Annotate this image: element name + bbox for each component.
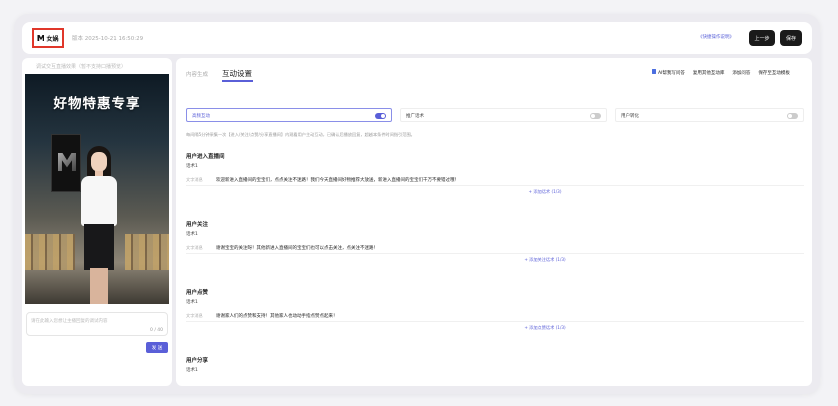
active-tab-indicator [222,80,253,82]
reuse-library-button[interactable]: 复用其他互动库 [693,70,725,76]
action-bar: AI帮我写问答 复用其他互动库 添加问答 保存至互动模板 [652,69,790,76]
add-script-button[interactable]: + 添加话术 (1/3) [186,186,804,198]
send-button[interactable]: 发 送 [146,342,168,353]
live-preview: 好物特惠专享 [25,74,169,304]
section-user-like: 用户点赞 话术1 文字消息 谢谢家人们的点赞和支持！其他家人也动动手指点赞点起来… [186,288,804,334]
logo-icon [37,35,45,41]
feature-description: 每间隔5分钟采集一次【进入/关注/点赞/分享直播间】内观看用户主动互动，已确认后… [186,132,415,137]
save-template-button[interactable]: 保存至互动模板 [758,70,790,76]
logo[interactable]: 女娲 [32,28,64,48]
logo-label: 女娲 [46,35,59,43]
script-row[interactable]: 文字消息 谢谢宝宝的关注呀！其他新进入直播间的宝宝们也可以点击关注，点关注不迷路… [186,242,804,254]
switch-conversion[interactable] [787,113,798,119]
app-frame: 女娲 版本 2025-10-21 16:50:29 《快捷操作说明》 上一步 保… [14,14,820,394]
digital-host-avatar [77,146,121,304]
script-row[interactable]: 文字消息 谢谢家人们的点赞和支持！其他家人也动动手指点赞点起来！ [186,310,804,322]
debug-prompt-input[interactable]: 请在此输入您想让主播回复的调试内容 0 / 40 [26,312,168,336]
switch-promotion[interactable] [590,113,601,119]
shortcut-help-link[interactable]: 《快捷操作说明》 [698,34,734,40]
brand-mark-icon [58,153,76,171]
toggle-promotion[interactable]: 推广话术 [400,108,607,122]
debug-note: 调试交互直播效果（暂不支持口播预览） [36,64,127,70]
script-row[interactable]: 文字消息 欢迎新进入直播间的宝宝们，点点关注不迷路！我们今天直播间好物推荐大放送… [186,174,804,186]
tab-interaction[interactable]: 互动设置 [222,68,252,79]
document-icon [652,69,656,74]
section-user-enter: 用户进入直播间 话术1 文字消息 欢迎新进入直播间的宝宝们，点点关注不迷路！我们… [186,152,804,198]
add-qa-button[interactable]: 添加问答 [732,70,750,76]
section-user-share: 用户分享 话术1 [186,358,209,373]
preview-panel: 调试交互直播效果（暂不支持口播预览） 好物特惠专享 请在此输入您想让主播回复的调… [22,58,172,386]
top-bar: 女娲 版本 2025-10-21 16:50:29 《快捷操作说明》 上一步 保… [22,22,812,54]
version-text: 版本 2025-10-21 16:50:29 [72,36,144,42]
section-user-follow: 用户关注 话术1 文字消息 谢谢宝宝的关注呀！其他新进入直播间的宝宝们也可以点击… [186,220,804,266]
save-button[interactable]: 保存 [780,30,802,46]
switch-high-frequency[interactable] [375,113,386,119]
shelf-right [125,234,169,270]
preview-banner: 好物特惠专享 [53,96,141,112]
tab-content[interactable]: 内容生成 [186,70,208,78]
shelf-left [25,234,75,270]
ai-write-qa-button[interactable]: AI帮我写问答 [652,69,685,76]
prompt-placeholder: 请在此输入您想让主播回复的调试内容 [31,319,108,324]
toggle-conversion[interactable]: 用户转化 [615,108,804,122]
prompt-counter: 0 / 40 [150,328,163,333]
add-follow-script-button[interactable]: + 添加关注话术 (1/3) [186,254,804,266]
add-like-script-button[interactable]: + 添加点赞话术 (1/3) [186,322,804,334]
main-panel: 内容生成 互动设置 AI帮我写问答 复用其他互动库 添加问答 保存至互动模板 高… [176,58,812,386]
toggle-high-frequency[interactable]: 高频互动 [186,108,392,122]
previous-step-button[interactable]: 上一步 [749,30,775,46]
